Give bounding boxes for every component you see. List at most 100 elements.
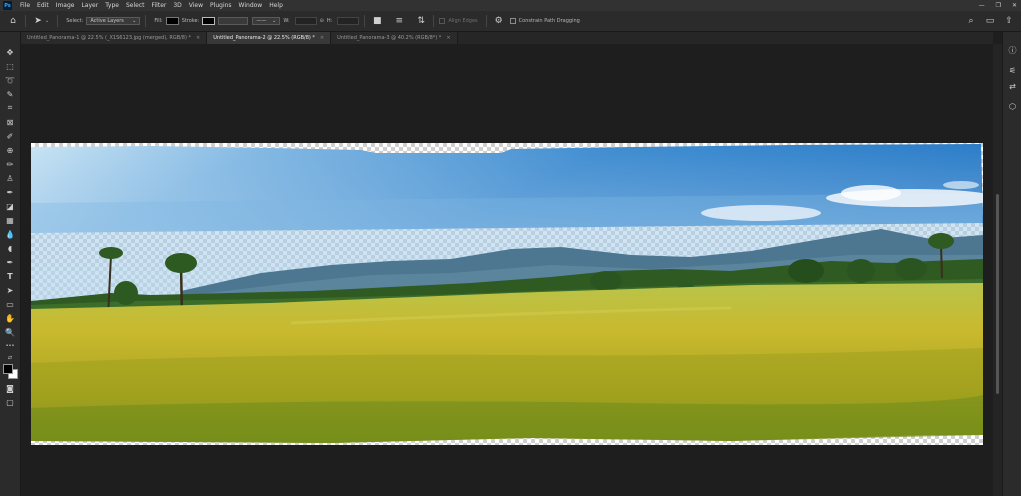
tab-panorama-2[interactable]: Untitled_Panorama-2 @ 22.5% (RGB/8) * × xyxy=(207,32,332,44)
search-icon[interactable]: ⌕ xyxy=(964,14,978,28)
menu-window[interactable]: Window xyxy=(236,2,267,9)
path-operations-icon[interactable]: ■ xyxy=(370,14,384,28)
align-edges-checkbox[interactable] xyxy=(439,18,446,24)
crop-tool[interactable]: ⌗ xyxy=(3,102,17,114)
more-tools[interactable]: ••• xyxy=(3,340,17,352)
select-label: Select: xyxy=(66,18,84,24)
close-icon[interactable]: × xyxy=(320,35,324,41)
divider xyxy=(57,15,59,27)
select-value: Active Layers xyxy=(90,18,124,24)
quick-selection-tool[interactable]: ✎ xyxy=(3,88,17,100)
blur-tool[interactable]: 💧 xyxy=(3,228,17,240)
tab-panorama-3[interactable]: Untitled_Panorama-3 @ 40.2% (RGB/8*) * × xyxy=(331,32,458,44)
path-arrangement-icon[interactable]: ⇅ xyxy=(414,14,428,28)
marquee-tool[interactable]: ⬚ xyxy=(3,60,17,72)
stroke-swatch[interactable] xyxy=(202,17,216,25)
gear-icon[interactable]: ⚙ xyxy=(492,14,506,28)
chevron-down-icon: ⌄ xyxy=(132,18,137,24)
height-input[interactable] xyxy=(337,17,360,25)
color-swatches xyxy=(3,364,19,380)
share-icon[interactable]: ⇧ xyxy=(1002,14,1016,28)
rectangle-tool[interactable]: ▭ xyxy=(3,298,17,310)
learn-icon[interactable]: ⓘ xyxy=(1006,44,1019,56)
divider xyxy=(433,15,435,27)
pen-tool[interactable]: ✒ xyxy=(3,256,17,268)
stroke-width-field[interactable] xyxy=(218,17,249,25)
swap-colors-icon[interactable]: ⇄ xyxy=(3,352,17,364)
divider xyxy=(145,15,147,27)
eraser-tool[interactable]: ◪ xyxy=(3,200,17,212)
divider xyxy=(485,15,487,27)
menu-filter[interactable]: Filter xyxy=(149,2,171,9)
stroke-type-dropdown[interactable]: —— ⌄ xyxy=(252,17,281,25)
tools-panel: ✥ ⬚ ➰ ✎ ⌗ ⊠ ✐ ⊕ ✏ ♙ ✒ ◪ ▦ 💧 ◖ ✒ T ➤ ▭ ✋ … xyxy=(0,32,21,496)
constrain-path-checkbox[interactable] xyxy=(509,18,516,24)
stroke-line-icon: —— xyxy=(256,18,267,24)
dodge-tool[interactable]: ◖ xyxy=(3,242,17,254)
home-icon[interactable]: ⌂ xyxy=(6,14,20,28)
screen-mode-icon[interactable]: ▢ xyxy=(3,396,17,408)
close-icon[interactable]: × xyxy=(196,35,200,41)
workspace-icon[interactable]: ▭ xyxy=(983,14,997,28)
options-bar: ⌂ ➤ ⌄ Select: Active Layers ⌄ Fill: Stro… xyxy=(0,11,1021,32)
menu-view[interactable]: View xyxy=(186,2,207,9)
menu-edit[interactable]: Edit xyxy=(34,2,53,9)
right-panel-dock: ⓘ ⚟ ⇄ ⬡ xyxy=(1002,32,1021,496)
brush-settings-icon[interactable]: ⚟ xyxy=(1006,64,1019,76)
stroke-label: Stroke: xyxy=(181,18,200,24)
menu-image[interactable]: Image xyxy=(53,2,79,9)
width-label: W: xyxy=(283,18,290,24)
document-canvas[interactable] xyxy=(31,143,983,445)
link-icon[interactable]: ⊝ xyxy=(320,18,324,24)
constrain-path-label: Constrain Path Dragging xyxy=(518,18,580,24)
panorama-image xyxy=(31,144,983,443)
menu-help[interactable]: Help xyxy=(266,2,287,9)
height-label: H: xyxy=(326,18,333,24)
tab-label: Untitled_Panorama-1 @ 22.5% (_X1S6123.jp… xyxy=(27,35,192,41)
foreground-color[interactable] xyxy=(3,364,13,374)
width-input[interactable] xyxy=(294,17,317,25)
chevron-down-icon: ⌄ xyxy=(272,18,277,24)
menu-bar: Ps File Edit Image Layer Type Select Fil… xyxy=(0,0,1021,11)
menu-3d[interactable]: 3D xyxy=(170,2,185,9)
adjustments-icon[interactable]: ⇄ xyxy=(1006,80,1019,92)
close-icon[interactable]: × xyxy=(446,35,450,41)
lasso-tool[interactable]: ➰ xyxy=(3,74,17,86)
gradient-tool[interactable]: ▦ xyxy=(3,214,17,226)
canvas-area[interactable] xyxy=(21,44,993,496)
chevron-down-icon[interactable]: ⌄ xyxy=(45,18,49,24)
path-selection-tool-preset-icon[interactable]: ➤ xyxy=(31,14,45,28)
close-window-icon[interactable]: ✕ xyxy=(1012,2,1017,9)
type-tool[interactable]: T xyxy=(3,270,17,282)
history-brush-tool[interactable]: ✒ xyxy=(3,186,17,198)
hand-tool[interactable]: ✋ xyxy=(3,312,17,324)
select-dropdown[interactable]: Active Layers ⌄ xyxy=(86,17,141,25)
move-tool[interactable]: ✥ xyxy=(3,46,17,58)
zoom-tool[interactable]: 🔍 xyxy=(3,326,17,338)
healing-brush-tool[interactable]: ⊕ xyxy=(3,144,17,156)
vertical-scrollbar[interactable] xyxy=(993,44,1002,496)
brush-tool[interactable]: ✏ xyxy=(3,158,17,170)
fill-swatch[interactable] xyxy=(165,17,179,25)
menu-plugins[interactable]: Plugins xyxy=(207,2,236,9)
path-alignment-icon[interactable]: ≡ xyxy=(392,14,406,28)
minimize-icon[interactable]: — xyxy=(979,2,985,9)
frame-tool[interactable]: ⊠ xyxy=(3,116,17,128)
menu-select[interactable]: Select xyxy=(123,2,149,9)
tab-label: Untitled_Panorama-3 @ 40.2% (RGB/8*) * xyxy=(337,35,442,41)
libraries-icon[interactable]: ⬡ xyxy=(1006,100,1019,112)
clone-stamp-tool[interactable]: ♙ xyxy=(3,172,17,184)
top-right-icons: ⌕ ▭ ⇧ xyxy=(964,14,1016,28)
document-tabs: Untitled_Panorama-1 @ 22.5% (_X1S6123.jp… xyxy=(21,32,993,44)
menu-layer[interactable]: Layer xyxy=(78,2,102,9)
window-controls: — ❐ ✕ xyxy=(979,0,1017,11)
scrollbar-thumb[interactable] xyxy=(996,194,999,394)
align-edges-label: Align Edges xyxy=(448,18,478,24)
path-selection-tool[interactable]: ➤ xyxy=(3,284,17,296)
restore-icon[interactable]: ❐ xyxy=(996,2,1001,9)
menu-file[interactable]: File xyxy=(17,2,34,9)
quick-mask-icon[interactable]: ◙ xyxy=(3,382,17,394)
eyedropper-tool[interactable]: ✐ xyxy=(3,130,17,142)
menu-type[interactable]: Type xyxy=(102,2,123,9)
tab-panorama-1[interactable]: Untitled_Panorama-1 @ 22.5% (_X1S6123.jp… xyxy=(21,32,208,44)
